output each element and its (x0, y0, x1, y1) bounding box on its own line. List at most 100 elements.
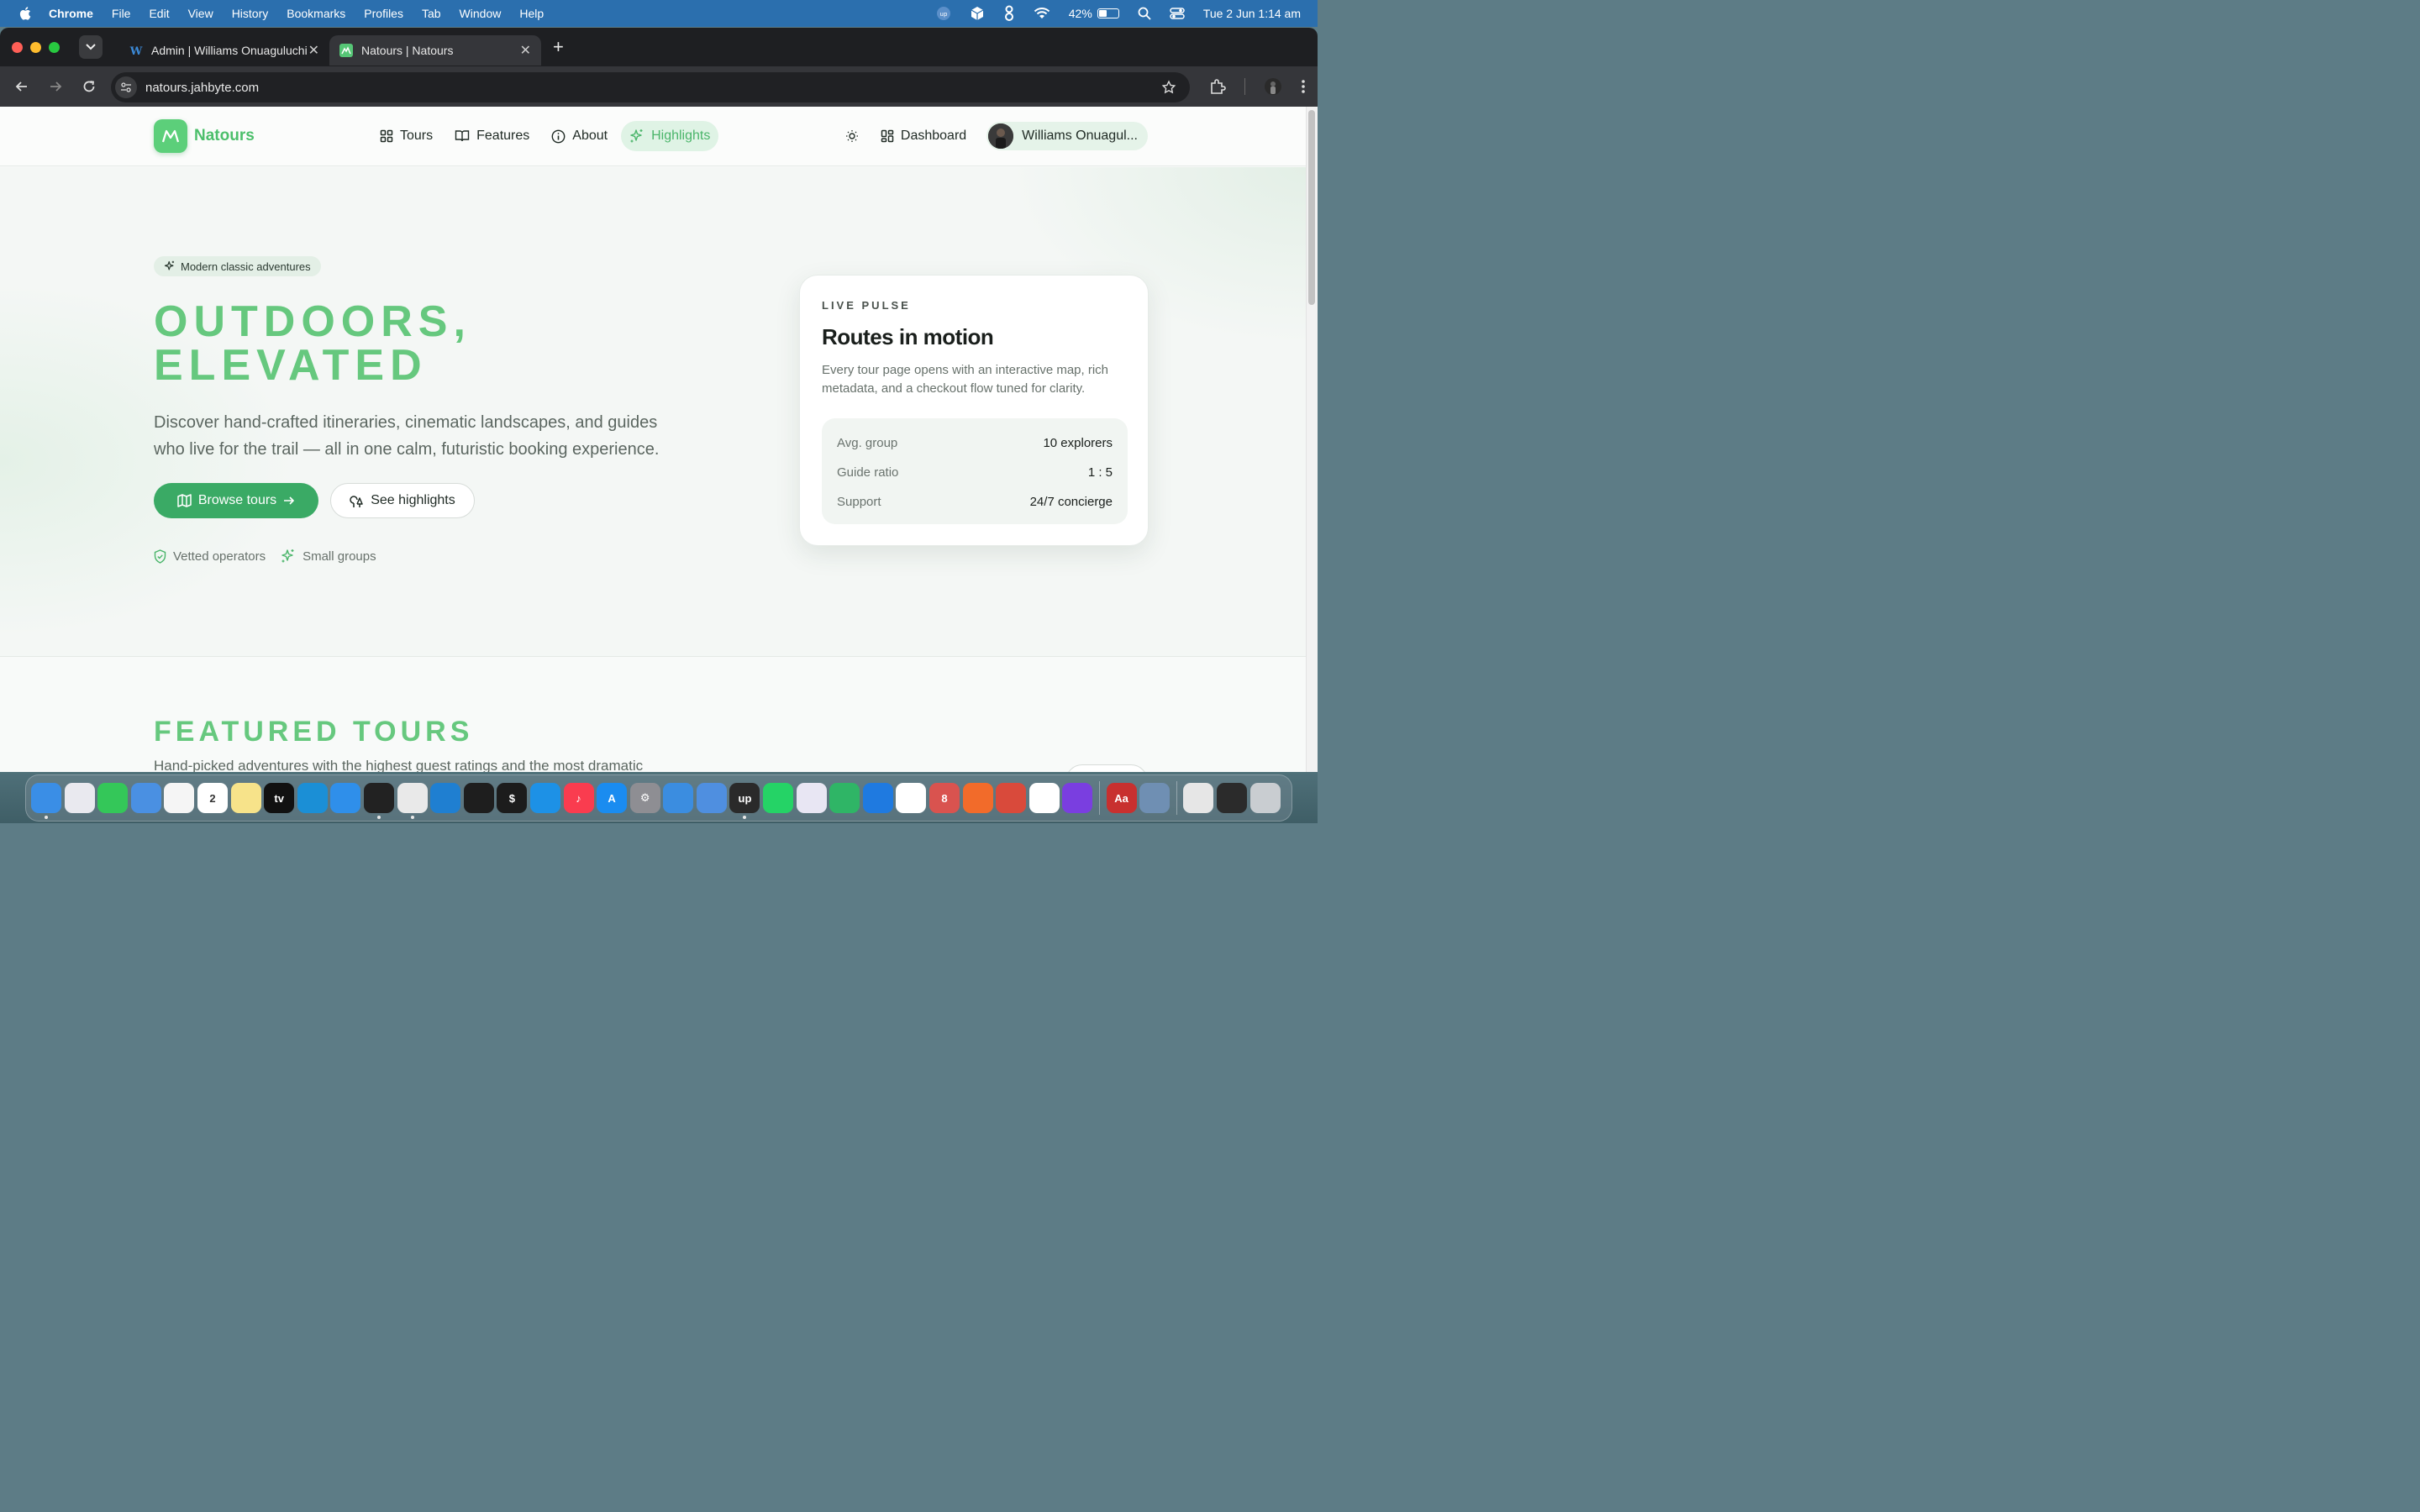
system-settings-icon[interactable]: ⚙ (629, 783, 660, 813)
documents-folder-icon[interactable] (1183, 783, 1214, 813)
menu-app-name[interactable]: Chrome (49, 7, 93, 20)
scrollbar-thumb[interactable] (1308, 110, 1315, 305)
toolbox-icon[interactable] (996, 783, 1027, 813)
user-menu-button[interactable]: Williams Onuagul... (986, 122, 1148, 150)
hero-section: Modern classic adventures OUTDOORS, ELEV… (0, 167, 1306, 657)
menu-help[interactable]: Help (519, 7, 544, 20)
featured-action-button[interactable] (1065, 764, 1148, 772)
menu-tab[interactable]: Tab (422, 7, 441, 20)
wifi-icon[interactable] (1034, 7, 1050, 20)
pulse-title: Routes in motion (822, 324, 994, 349)
site-info-icon[interactable] (115, 76, 137, 98)
chevron-down-icon (86, 44, 96, 50)
finder-icon[interactable] (31, 783, 61, 819)
forward-button[interactable] (47, 78, 64, 95)
see-highlights-label: See highlights (371, 493, 455, 507)
dashboard-link[interactable]: Dashboard (872, 121, 975, 151)
pulse-description: Every tour page opens with an interactiv… (822, 363, 1109, 396)
minimize-window-button[interactable] (30, 41, 41, 53)
launchpad-icon[interactable] (64, 783, 95, 813)
close-tab-icon[interactable]: ✕ (520, 42, 531, 59)
vscode-icon[interactable] (430, 783, 461, 813)
numbers-icon[interactable] (1028, 783, 1060, 813)
trees-icon (350, 495, 363, 507)
network-icon[interactable] (829, 783, 860, 813)
dictionary-icon[interactable]: Aa (1106, 783, 1137, 813)
disk-utility-icon[interactable] (1139, 783, 1171, 813)
photos-icon[interactable] (164, 783, 195, 813)
menu-view[interactable]: View (188, 7, 213, 20)
back-button[interactable] (13, 78, 30, 95)
featured-tours-section: FEATURED TOURS Hand-picked adventures wi… (0, 657, 1306, 772)
cursor-icon[interactable] (363, 783, 394, 819)
nav-tours[interactable]: Tours (371, 121, 441, 151)
tab-admin[interactable]: W Admin | Williams Onuaguluchi ✕ (119, 35, 329, 66)
git-client-icon[interactable]: 8 (929, 783, 960, 813)
simulator-icon[interactable] (696, 783, 727, 813)
figma-icon[interactable] (463, 783, 494, 813)
docker-icon[interactable] (529, 783, 560, 813)
extensions-puzzle-icon[interactable] (1209, 78, 1226, 95)
address-bar[interactable]: natours.jahbyte.com (111, 72, 1190, 102)
reload-button[interactable] (81, 78, 97, 95)
menu-bookmarks[interactable]: Bookmarks (287, 7, 345, 20)
browse-tours-button[interactable]: Browse tours (154, 483, 318, 518)
whatsapp-icon[interactable] (763, 783, 794, 813)
calendar-icon[interactable]: 2 (197, 783, 228, 813)
dock-separator (1099, 781, 1100, 815)
upwork-icon[interactable]: up (729, 783, 760, 819)
apple-menu-icon[interactable] (18, 6, 34, 21)
profile-avatar-icon[interactable] (1264, 77, 1282, 96)
files-icon[interactable] (663, 783, 694, 813)
trash-icon[interactable] (1249, 783, 1281, 813)
upwork-status-icon[interactable]: up (936, 6, 951, 21)
url-text[interactable]: natours.jahbyte.com (145, 81, 259, 95)
menu-window[interactable]: Window (460, 7, 502, 20)
nav-about[interactable]: About (543, 121, 616, 151)
control-center-icon[interactable] (1170, 7, 1185, 20)
bookmark-star-icon[interactable] (1161, 80, 1176, 95)
menubar-clock[interactable]: Tue 2 Jun 1:14 am (1203, 7, 1301, 20)
menu-file[interactable]: File (112, 7, 131, 20)
see-highlights-button[interactable]: See highlights (330, 483, 475, 518)
mongodb-icon[interactable] (896, 783, 927, 813)
sparkles-icon (281, 549, 294, 563)
terminal-icon[interactable]: $ (497, 783, 528, 813)
zoom-window-button[interactable] (49, 41, 60, 53)
nav-features[interactable]: Features (446, 121, 538, 151)
notes-icon[interactable] (230, 783, 261, 813)
proton-vpn-icon[interactable] (796, 783, 827, 813)
xcode-icon[interactable] (862, 783, 893, 813)
tab-natours[interactable]: Natours | Natours ✕ (329, 35, 541, 66)
theme-toggle-button[interactable] (837, 121, 867, 151)
chrome-icon[interactable] (397, 783, 428, 819)
spotlight-search-icon[interactable] (1138, 7, 1151, 20)
page-scrollbar[interactable] (1306, 107, 1318, 772)
mail-icon[interactable] (130, 783, 161, 813)
screenshots-folder-icon[interactable] (1216, 783, 1247, 813)
nav-highlights[interactable]: Highlights (621, 121, 719, 151)
pen-tool-icon[interactable] (962, 783, 993, 813)
close-window-button[interactable] (12, 41, 23, 53)
firefox-icon[interactable] (1062, 783, 1093, 813)
box-status-icon[interactable] (970, 6, 985, 21)
menu-edit[interactable]: Edit (149, 7, 169, 20)
brand-link[interactable]: Natours (154, 119, 255, 153)
more-vertical-icon[interactable] (1301, 79, 1306, 94)
menu-profiles[interactable]: Profiles (364, 7, 403, 20)
new-tab-button[interactable]: + (553, 36, 564, 58)
close-tab-icon[interactable]: ✕ (308, 42, 319, 59)
battery-indicator[interactable]: 42% (1069, 7, 1119, 20)
user-name: Williams Onuagul... (1022, 129, 1138, 143)
messages-icon[interactable] (97, 783, 129, 813)
edge-icon[interactable] (297, 783, 328, 813)
tab-search-button[interactable] (79, 35, 103, 59)
app-store-icon[interactable]: A (597, 783, 628, 813)
music-icon[interactable]: ♪ (563, 783, 594, 813)
git-status-icon[interactable] (1003, 5, 1015, 22)
apple-tv-icon[interactable]: tv (264, 783, 295, 813)
safari-icon[interactable] (330, 783, 361, 813)
tab-title: Admin | Williams Onuaguluchi (151, 44, 308, 57)
stat-row: Guide ratio 1 : 5 (837, 458, 1113, 487)
menu-history[interactable]: History (232, 7, 269, 20)
